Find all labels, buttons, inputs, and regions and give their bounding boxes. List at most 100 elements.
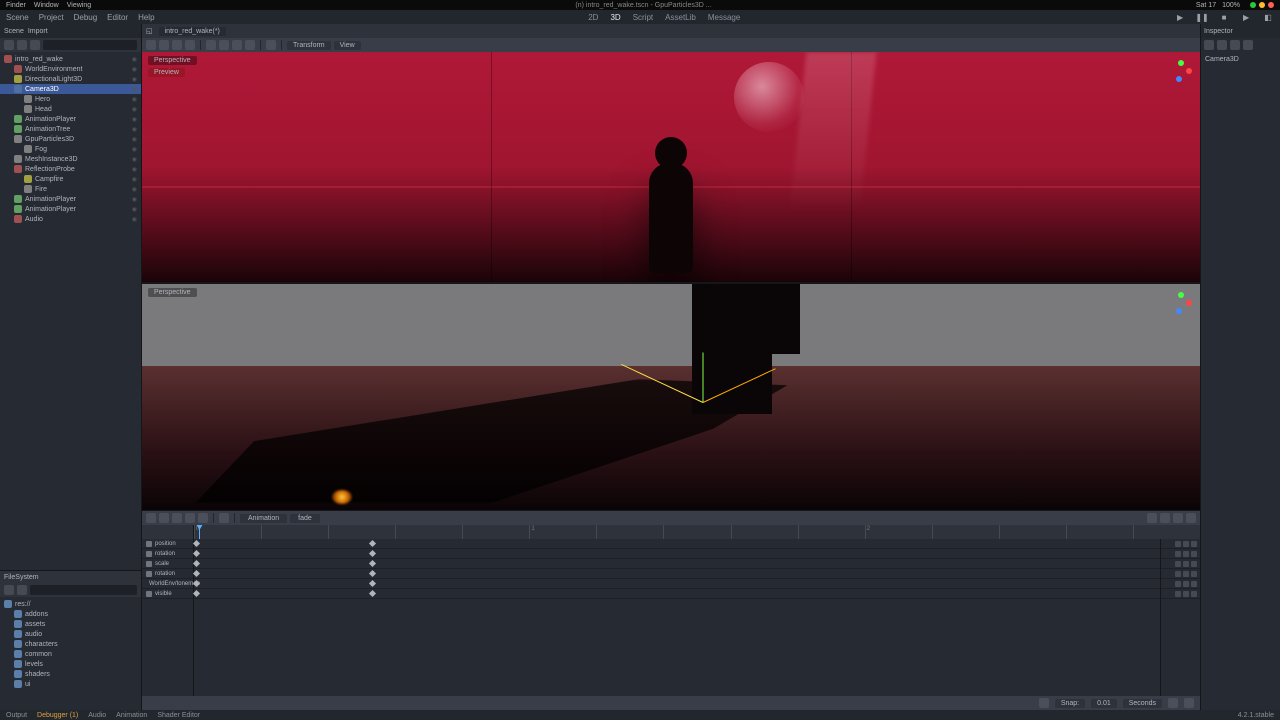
anim-first-frame-icon[interactable] [146, 513, 156, 523]
axis-x-icon[interactable] [1186, 68, 1192, 74]
track-delete-icon[interactable] [1191, 561, 1197, 567]
transform-gizmo[interactable] [703, 402, 705, 404]
visibility-icon[interactable]: ◉ [132, 56, 137, 63]
play-project-icon[interactable]: ▶ [1174, 11, 1186, 23]
inspector-extra-icon[interactable] [1243, 40, 1253, 50]
track-delete-icon[interactable] [1191, 551, 1197, 557]
inspector-save-icon[interactable] [1230, 40, 1240, 50]
viewport-bottom[interactable]: Perspective [142, 284, 1200, 510]
track-lane[interactable] [194, 569, 1160, 579]
render-mode-icon[interactable]: ◧ [1262, 11, 1274, 23]
fs-item[interactable]: levels [0, 659, 141, 669]
keyframe[interactable] [193, 580, 200, 587]
tree-node[interactable]: Head◉ [0, 104, 141, 114]
visibility-icon[interactable]: ◉ [132, 156, 137, 163]
scene-tree[interactable]: intro_red_wake◉WorldEnvironment◉Directio… [0, 52, 141, 570]
filesystem-tree[interactable]: res://addonsassetsaudiocharacterscommonl… [0, 597, 141, 710]
tab-import[interactable]: Import [28, 28, 48, 35]
move-tool-icon[interactable] [159, 40, 169, 50]
track-interp-icon[interactable] [1175, 561, 1181, 567]
keyframe[interactable] [193, 570, 200, 577]
track-loop-icon[interactable] [1183, 581, 1189, 587]
track-loop-icon[interactable] [1183, 561, 1189, 567]
track-name-row[interactable]: scale [142, 559, 193, 569]
track-interp-icon[interactable] [1175, 571, 1181, 577]
keyframe[interactable] [193, 590, 200, 597]
stop-icon[interactable]: ■ [1218, 11, 1230, 23]
visibility-icon[interactable]: ◉ [132, 126, 137, 133]
anim-autoplay-icon[interactable] [1147, 513, 1157, 523]
axis-x-icon[interactable] [1186, 300, 1192, 306]
tree-node[interactable]: AnimationPlayer◉ [0, 194, 141, 204]
debugger-tab[interactable]: Debugger (1) [37, 712, 78, 719]
viewport-top[interactable]: Perspective Preview [142, 52, 1200, 282]
lock-icon[interactable] [232, 40, 242, 50]
track-lane[interactable] [194, 579, 1160, 589]
axis-y-icon[interactable] [1178, 292, 1184, 298]
select-tool-icon[interactable] [146, 40, 156, 50]
visibility-icon[interactable]: ◉ [132, 96, 137, 103]
fs-item[interactable]: shaders [0, 669, 141, 679]
menu-scene[interactable]: Scene [6, 13, 29, 22]
track-interp-icon[interactable] [1175, 581, 1181, 587]
anim-play-icon[interactable] [185, 513, 195, 523]
tree-node[interactable]: WorldEnvironment◉ [0, 64, 141, 74]
track-lane[interactable] [194, 589, 1160, 599]
axis-z-icon[interactable] [1176, 308, 1182, 314]
keyframe[interactable] [369, 540, 376, 547]
inspector-history-back-icon[interactable] [1204, 40, 1214, 50]
visibility-icon[interactable]: ◉ [132, 146, 137, 153]
keyframe[interactable] [369, 560, 376, 567]
track-name-row[interactable]: visible [142, 589, 193, 599]
visibility-icon[interactable]: ◉ [132, 86, 137, 93]
snap-value[interactable]: 0.01 [1091, 699, 1117, 708]
anim-time-icon[interactable] [219, 513, 229, 523]
track-delete-icon[interactable] [1191, 571, 1197, 577]
distraction-free-icon[interactable]: ◱ [146, 27, 153, 35]
track-interp-icon[interactable] [1175, 551, 1181, 557]
anim-loop-icon[interactable] [1173, 513, 1183, 523]
keyframe[interactable] [369, 570, 376, 577]
os-menu-item[interactable]: Viewing [67, 2, 91, 9]
viewport-mode-label[interactable]: Perspective [148, 56, 197, 65]
output-tab[interactable]: Output [6, 712, 27, 719]
tree-node[interactable]: intro_red_wake◉ [0, 54, 141, 64]
orientation-gizmo[interactable] [1170, 60, 1192, 82]
fs-forward-icon[interactable] [17, 585, 27, 595]
track-loop-icon[interactable] [1183, 551, 1189, 557]
tree-node[interactable]: AnimationPlayer◉ [0, 114, 141, 124]
workspace-script[interactable]: Script [633, 13, 653, 22]
zoom-out-icon[interactable] [1168, 698, 1178, 708]
visibility-icon[interactable]: ◉ [132, 186, 137, 193]
workspace-message[interactable]: Message [708, 13, 740, 22]
close-icon[interactable] [1268, 2, 1274, 8]
anim-play-backward-icon[interactable] [159, 513, 169, 523]
track-name-row[interactable]: WorldEnv/tonemap [142, 579, 193, 589]
menu-editor[interactable]: Editor [107, 13, 128, 22]
visibility-icon[interactable]: ◉ [132, 166, 137, 173]
viewport-preview-badge[interactable]: Preview [148, 68, 185, 77]
tree-node[interactable]: AnimationTree◉ [0, 124, 141, 134]
visibility-icon[interactable]: ◉ [132, 136, 137, 143]
animation-current[interactable]: fade [290, 514, 320, 523]
track-name-row[interactable]: rotation [142, 549, 193, 559]
workspace-2d[interactable]: 2D [588, 13, 598, 22]
track-lane[interactable] [194, 539, 1160, 549]
axis-z-icon[interactable] [1176, 76, 1182, 82]
zoom-in-icon[interactable] [1184, 698, 1194, 708]
track-delete-icon[interactable] [1191, 591, 1197, 597]
play-scene-icon[interactable]: ▶ [1240, 11, 1252, 23]
visibility-icon[interactable]: ◉ [132, 76, 137, 83]
track-loop-icon[interactable] [1183, 541, 1189, 547]
anim-edit-icon[interactable] [1160, 513, 1170, 523]
gizmo-y-axis[interactable] [702, 352, 703, 402]
fs-back-icon[interactable] [4, 585, 14, 595]
inspector-history-fwd-icon[interactable] [1217, 40, 1227, 50]
track-loop-icon[interactable] [1183, 571, 1189, 577]
visibility-icon[interactable]: ◉ [132, 196, 137, 203]
fs-item[interactable]: addons [0, 609, 141, 619]
track-loop-icon[interactable] [1183, 591, 1189, 597]
visibility-icon[interactable]: ◉ [132, 176, 137, 183]
fs-item[interactable]: characters [0, 639, 141, 649]
add-node-icon[interactable] [4, 40, 14, 50]
